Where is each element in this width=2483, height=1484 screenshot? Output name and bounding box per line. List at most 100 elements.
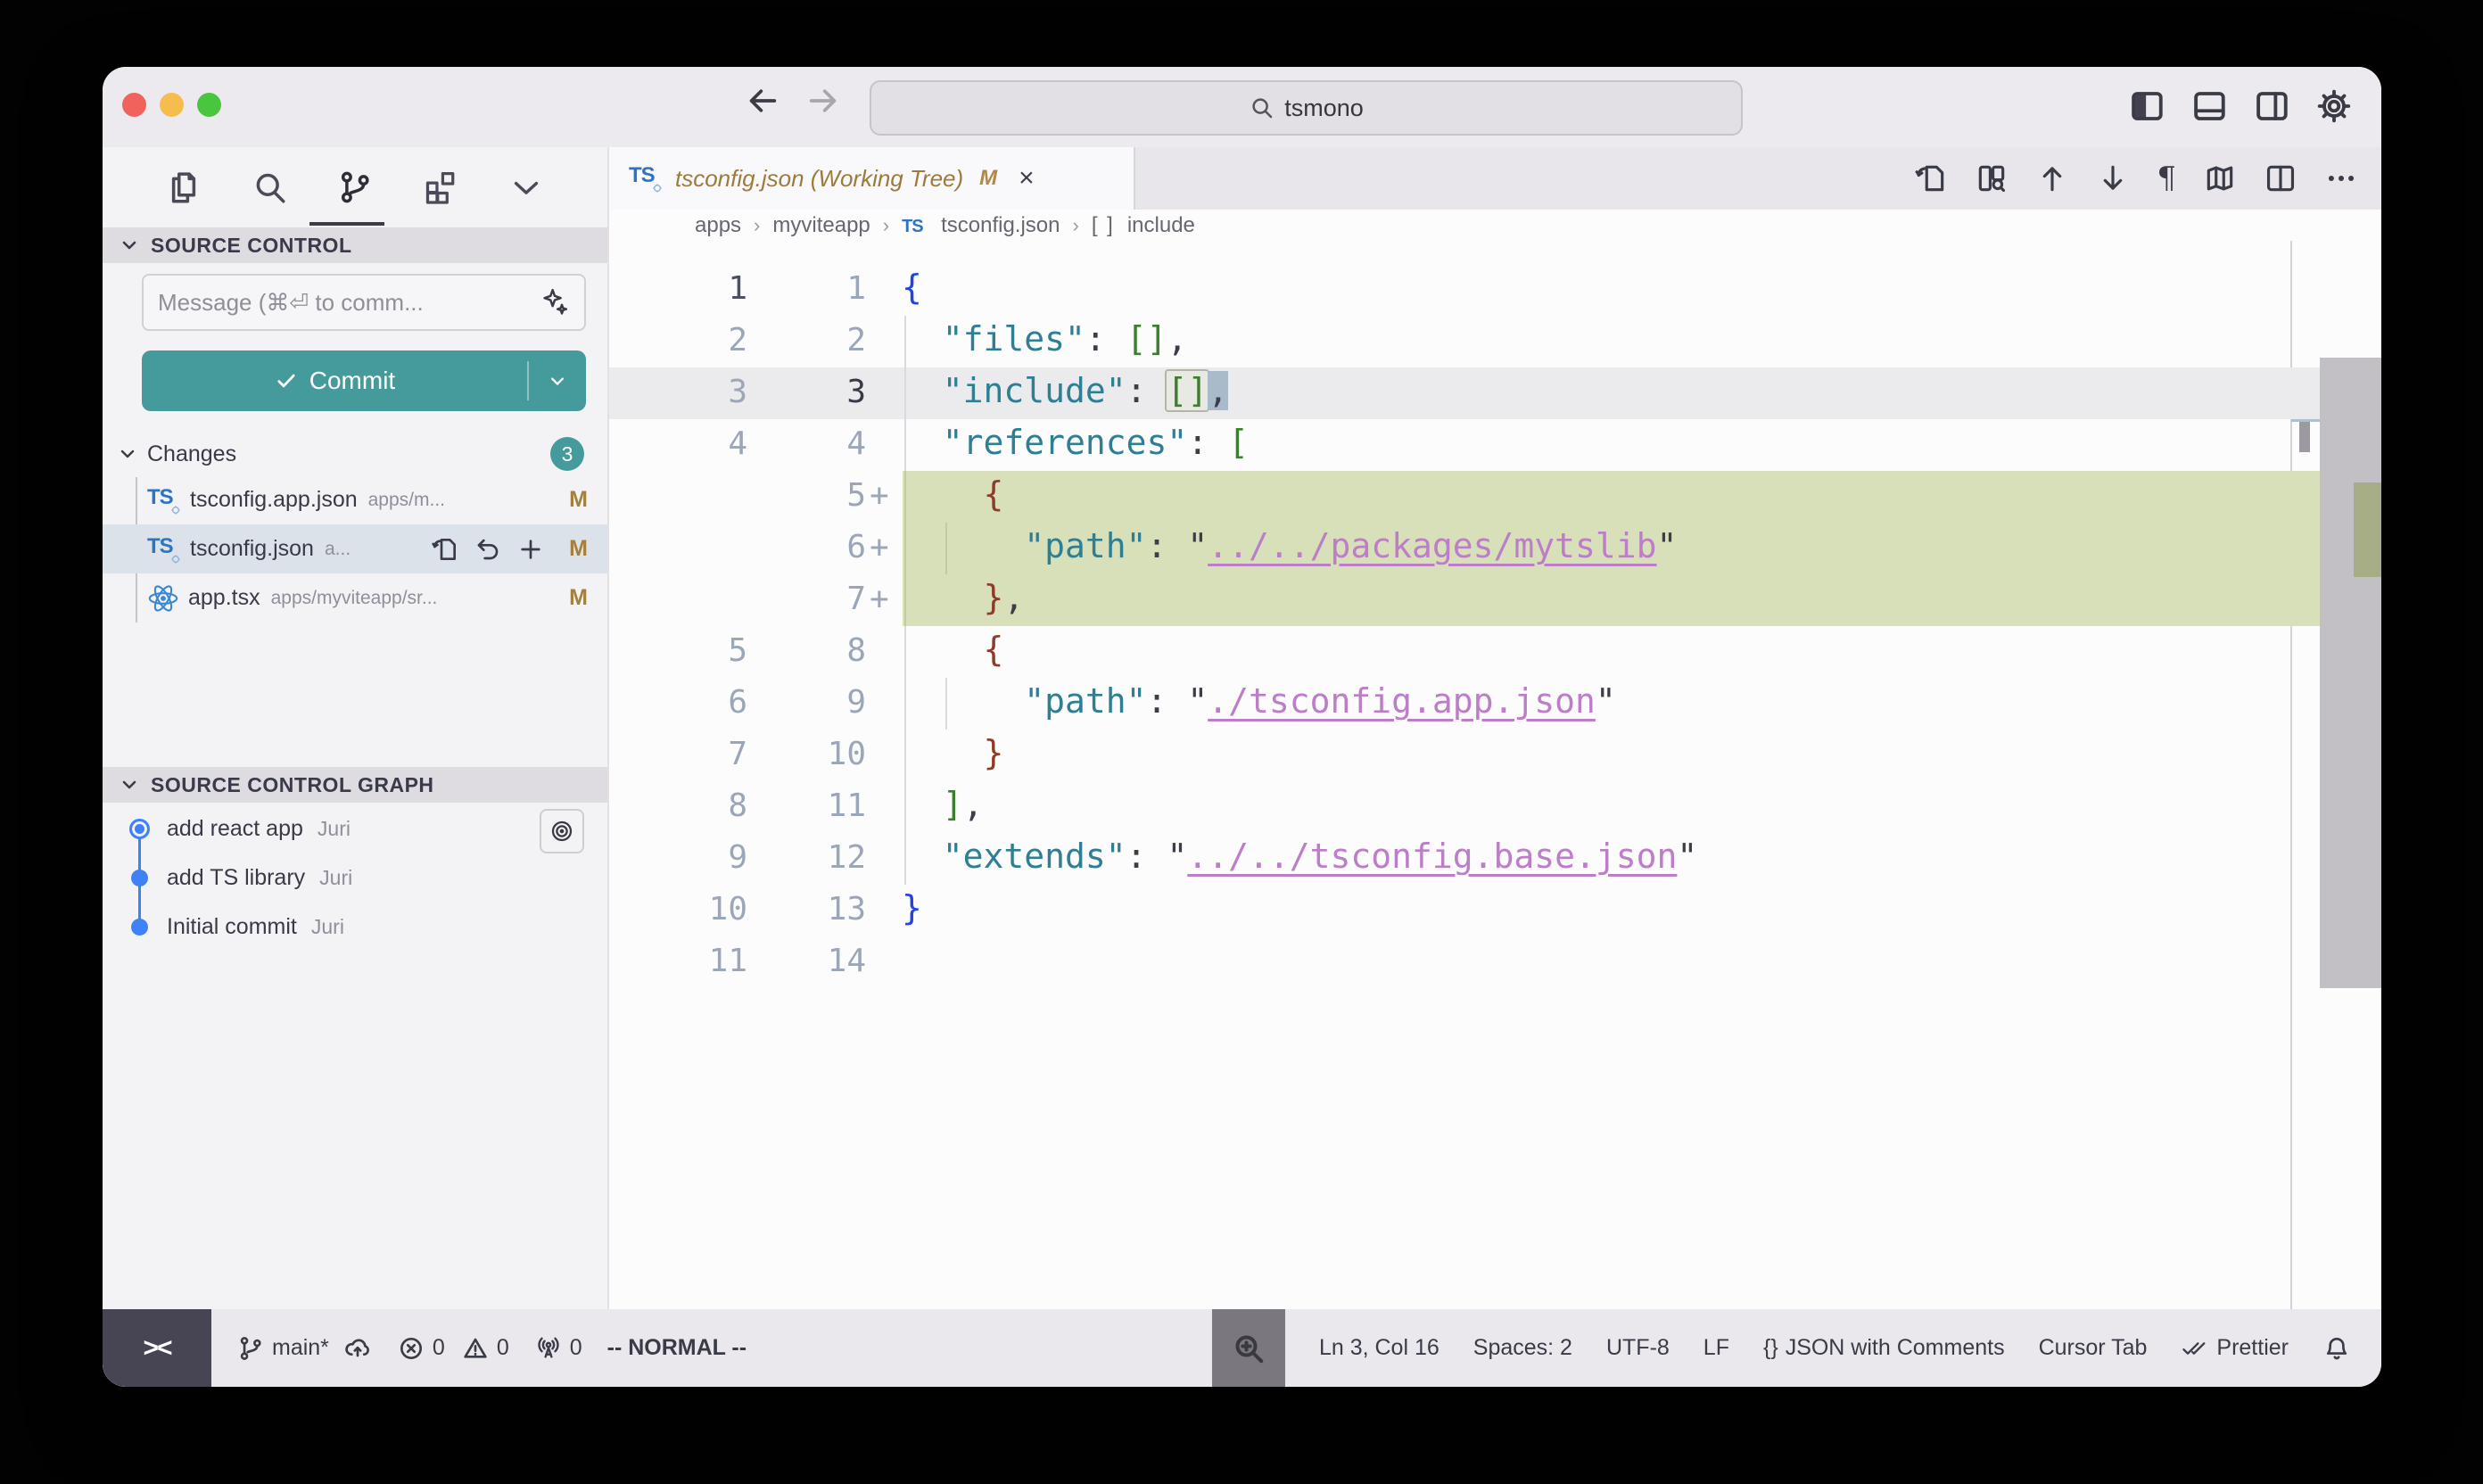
scm-file-row[interactable]: TStsconfig.app.jsonapps/m...M bbox=[103, 475, 607, 524]
original-line-number: 9 bbox=[609, 839, 747, 876]
zoom-window-button[interactable] bbox=[197, 93, 221, 117]
more-actions-icon[interactable] bbox=[2324, 161, 2358, 195]
code-text: "path": "../../packages/mytslib" bbox=[902, 526, 1677, 565]
code-line[interactable]: 69 "path": "./tsconfig.app.json" bbox=[609, 678, 2320, 730]
open-changes-icon[interactable] bbox=[1914, 161, 1948, 195]
commit-dropdown-button[interactable] bbox=[529, 368, 586, 393]
changes-section-header[interactable]: Changes 3 bbox=[103, 433, 607, 475]
code-text: "references": [ bbox=[902, 423, 1249, 462]
code-line[interactable]: 1013} bbox=[609, 885, 2320, 936]
scm-file-row[interactable]: app.tsxapps/myviteapp/sr...M bbox=[103, 573, 607, 622]
remote-indicator[interactable]: >< bbox=[103, 1309, 211, 1387]
explorer-icon[interactable] bbox=[163, 167, 204, 208]
code-line[interactable]: 11{ bbox=[609, 264, 2320, 316]
scm-file-row[interactable]: TStsconfig.jsona...M bbox=[103, 524, 607, 573]
forward-button[interactable] bbox=[805, 83, 841, 119]
more-views-chevron-icon[interactable] bbox=[506, 167, 547, 208]
source-control-section-header[interactable]: SOURCE CONTROL bbox=[103, 227, 607, 263]
code-line[interactable]: 912 "extends": "../../tsconfig.base.json… bbox=[609, 833, 2320, 885]
extensions-icon[interactable] bbox=[420, 167, 461, 208]
notifications-bell[interactable] bbox=[2322, 1334, 2351, 1363]
error-count: 0 bbox=[433, 1335, 445, 1361]
source-control-graph-section-header[interactable]: SOURCE CONTROL GRAPH bbox=[103, 767, 607, 803]
code-line[interactable]: 22 "files": [], bbox=[609, 316, 2320, 367]
modified-line-number: 3 bbox=[747, 374, 866, 410]
settings-gear-icon[interactable] bbox=[2315, 87, 2353, 125]
encoding-indicator[interactable]: UTF-8 bbox=[1606, 1335, 1670, 1361]
code-text: { bbox=[902, 474, 1003, 514]
code-line[interactable]: 7+ }, bbox=[609, 574, 2320, 626]
commit-message-input[interactable]: Message (⌘⏎ to comm... bbox=[142, 274, 586, 331]
open-file-icon[interactable] bbox=[431, 535, 459, 564]
tab-tsconfig-working-tree[interactable]: TS tsconfig.json (Working Tree) M × bbox=[609, 147, 1135, 210]
error-icon bbox=[397, 1334, 425, 1363]
close-window-button[interactable] bbox=[122, 93, 146, 117]
code-text: ], bbox=[902, 785, 984, 824]
code-text: "files": [], bbox=[902, 319, 1187, 359]
ports-indicator[interactable]: 0 bbox=[534, 1334, 582, 1363]
next-change-icon[interactable] bbox=[2096, 161, 2130, 195]
cursor-tab-indicator[interactable]: Cursor Tab bbox=[2039, 1335, 2148, 1361]
code-line[interactable]: 33 "include": [], bbox=[609, 367, 2320, 419]
commit-graph-row[interactable]: add react appJuri bbox=[103, 804, 607, 853]
breadcrumb-tsconfig[interactable]: tsconfig.json bbox=[941, 213, 1060, 238]
breadcrumb-include[interactable]: include bbox=[1127, 213, 1195, 238]
code-line[interactable]: 58 { bbox=[609, 626, 2320, 678]
source-control-icon[interactable] bbox=[334, 167, 375, 208]
modified-line-number: 2 bbox=[747, 322, 866, 359]
commit-graph-row[interactable]: Initial commitJuri bbox=[103, 903, 607, 952]
screencast-zoom-indicator[interactable] bbox=[1212, 1309, 1285, 1387]
file-name: tsconfig.app.json bbox=[190, 487, 358, 513]
file-path: apps/m... bbox=[368, 490, 445, 511]
modified-line-number: 14 bbox=[747, 943, 866, 979]
branch-indicator[interactable]: main* bbox=[236, 1334, 372, 1363]
breadcrumb-apps[interactable]: apps bbox=[695, 213, 741, 238]
modified-line-number: 4 bbox=[747, 425, 866, 462]
code-line[interactable]: 1114 bbox=[609, 936, 2320, 988]
commit-button[interactable]: Commit bbox=[142, 350, 586, 411]
breadcrumb: apps › myviteapp › TS tsconfig.json › [ … bbox=[609, 210, 2381, 241]
activity-bar bbox=[103, 147, 607, 227]
code-line[interactable]: 5+ { bbox=[609, 471, 2320, 523]
search-icon[interactable] bbox=[249, 167, 290, 208]
toggle-primary-sidebar-icon[interactable] bbox=[2128, 87, 2165, 125]
minimap-icon[interactable] bbox=[2203, 161, 2237, 195]
back-button[interactable] bbox=[745, 83, 780, 119]
code-line[interactable]: 710 } bbox=[609, 730, 2320, 781]
added-line-plus: + bbox=[870, 477, 889, 514]
toggle-secondary-sidebar-icon[interactable] bbox=[2253, 87, 2290, 125]
tab-close-icon[interactable]: × bbox=[1019, 163, 1035, 194]
vim-mode-indicator[interactable]: -- NORMAL -- bbox=[607, 1335, 747, 1361]
file-name: tsconfig.json bbox=[190, 536, 314, 562]
eol-indicator[interactable]: LF bbox=[1703, 1335, 1729, 1361]
breadcrumb-myviteapp[interactable]: myviteapp bbox=[772, 213, 870, 238]
toggle-panel-icon[interactable] bbox=[2190, 87, 2228, 125]
cursor-position-indicator[interactable]: Ln 3, Col 16 bbox=[1319, 1335, 1439, 1361]
problems-indicator[interactable]: 0 0 bbox=[397, 1334, 509, 1363]
language-mode-indicator[interactable]: {} JSON with Comments bbox=[1763, 1335, 2005, 1361]
modified-status-badge: M bbox=[569, 536, 588, 562]
sidebar: SOURCE CONTROL Message (⌘⏎ to comm... Co… bbox=[103, 147, 607, 1309]
commit-graph-row[interactable]: add TS libraryJuri bbox=[103, 853, 607, 903]
code-line[interactable]: 811 ], bbox=[609, 781, 2320, 833]
stage-changes-icon[interactable] bbox=[516, 535, 545, 564]
diff-editor-code[interactable]: 11{22 "files": [],33 "include": [],44 "r… bbox=[609, 241, 2381, 1309]
discard-changes-icon[interactable] bbox=[474, 535, 502, 564]
previous-change-icon[interactable] bbox=[2035, 161, 2069, 195]
changes-count-badge: 3 bbox=[550, 437, 584, 471]
commit-button-label: Commit bbox=[309, 367, 395, 395]
command-center-search[interactable]: tsmono bbox=[870, 80, 1743, 136]
minimize-window-button[interactable] bbox=[160, 93, 184, 117]
toggle-whitespace-icon[interactable]: ¶ bbox=[2157, 161, 2176, 196]
commit-message: add react app bbox=[167, 816, 303, 842]
goto-current-commit-button[interactable] bbox=[540, 809, 584, 853]
original-line-number: 6 bbox=[609, 684, 747, 721]
code-line[interactable]: 44 "references": [ bbox=[609, 419, 2320, 471]
formatter-indicator[interactable]: Prettier bbox=[2181, 1334, 2289, 1363]
editor-scrollbar-thumb[interactable] bbox=[2320, 358, 2381, 988]
split-editor-icon[interactable] bbox=[2264, 161, 2297, 195]
code-line[interactable]: 6+ "path": "../../packages/mytslib" bbox=[609, 523, 2320, 574]
indentation-indicator[interactable]: Spaces: 2 bbox=[1473, 1335, 1572, 1361]
react-file-icon bbox=[147, 582, 179, 614]
inline-view-icon[interactable] bbox=[1975, 161, 2009, 195]
